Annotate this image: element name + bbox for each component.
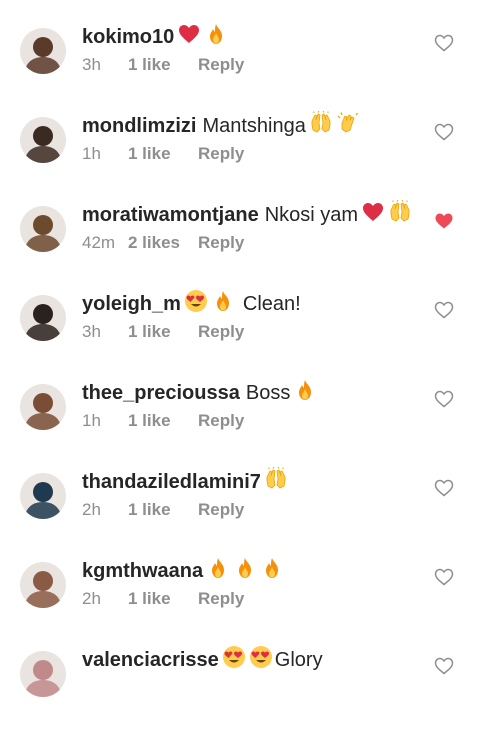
fire-emoji-icon bbox=[211, 289, 235, 320]
fire-emoji-icon bbox=[293, 378, 317, 409]
comment-text: Mantshinga bbox=[202, 115, 306, 137]
comment-row: kgmthwaana 2h 1 like Reply bbox=[0, 552, 480, 641]
reply-button[interactable]: Reply bbox=[198, 410, 244, 432]
avatar[interactable] bbox=[20, 562, 66, 608]
comment-row: thandaziledlamini7 2h 1 like Reply bbox=[0, 463, 480, 552]
comment-timestamp: 1h bbox=[82, 411, 101, 430]
comment-timestamp: 3h bbox=[82, 55, 101, 74]
liked-heart-icon[interactable] bbox=[434, 212, 454, 230]
comment-emojis bbox=[261, 466, 288, 493]
comment-text: Nkosi yam bbox=[264, 204, 359, 226]
comment-emojis bbox=[219, 646, 273, 671]
comment-row: thee_precioussa Boss 1h 1 like Reply bbox=[0, 374, 480, 463]
comment-timestamp: 3h bbox=[82, 322, 101, 341]
comment-timestamp: 42m bbox=[82, 233, 116, 252]
comment-likes-count[interactable]: 1 like bbox=[128, 143, 198, 165]
comment-likes-count[interactable]: 1 like bbox=[128, 588, 198, 610]
comment-username[interactable]: yoleigh_m bbox=[82, 293, 181, 315]
reply-button[interactable]: Reply bbox=[198, 54, 244, 76]
comment-likes-count[interactable]: 2 likes bbox=[128, 232, 198, 254]
comment-username[interactable]: thandaziledlamini7 bbox=[82, 471, 261, 493]
comment-line: kgmthwaana bbox=[82, 556, 284, 587]
fire-emoji-icon bbox=[204, 22, 228, 53]
comment-username[interactable]: moratiwamontjane bbox=[82, 204, 259, 226]
heart-eyes-emoji-icon bbox=[184, 289, 208, 320]
avatar[interactable] bbox=[20, 473, 66, 519]
comment-emojis bbox=[290, 380, 317, 404]
comment-username[interactable]: thee_precioussa bbox=[82, 382, 240, 404]
comment-meta: 3h 1 like Reply bbox=[82, 54, 244, 76]
comment-username[interactable]: kgmthwaana bbox=[82, 560, 203, 582]
comment-likes-count[interactable]: 1 like bbox=[128, 410, 198, 432]
comment-meta: 42m 2 likes Reply bbox=[82, 232, 244, 254]
comment-text: Glory bbox=[274, 649, 323, 671]
comment-username[interactable]: mondlimzizi bbox=[82, 115, 196, 137]
comment-timestamp: 2h bbox=[82, 500, 101, 519]
comment-emojis bbox=[181, 290, 235, 315]
raising-hands-emoji-icon bbox=[388, 199, 412, 231]
red-heart-emoji-icon bbox=[177, 22, 201, 53]
fire-emoji-icon bbox=[233, 556, 257, 587]
raising-hands-emoji-icon bbox=[264, 466, 288, 498]
comment-line: moratiwamontjane Nkosi yam bbox=[82, 199, 412, 231]
like-heart-icon[interactable] bbox=[434, 657, 454, 675]
comment-line: yoleigh_m Clean! bbox=[82, 289, 301, 320]
reply-button[interactable]: Reply bbox=[198, 499, 244, 521]
comment-list: kokimo10 3h 1 like Reply mondlimzizi Mantshi… bbox=[0, 0, 480, 697]
reply-button[interactable]: Reply bbox=[198, 232, 244, 254]
clapping-hands-emoji-icon bbox=[336, 111, 360, 142]
comment-likes-count[interactable]: 1 like bbox=[128, 499, 198, 521]
comment-text: Boss bbox=[245, 382, 291, 404]
raising-hands-emoji-icon bbox=[309, 110, 333, 142]
reply-button[interactable]: Reply bbox=[198, 143, 244, 165]
fire-emoji-icon bbox=[260, 556, 284, 587]
like-heart-icon[interactable] bbox=[434, 568, 454, 586]
comment-timestamp: 2h bbox=[82, 589, 101, 608]
like-heart-icon[interactable] bbox=[434, 479, 454, 497]
comment-meta: 2h 1 like Reply bbox=[82, 588, 244, 610]
comment-likes-count[interactable]: 1 like bbox=[128, 54, 198, 76]
comment-row: yoleigh_m Clean! 3h 1 like Reply bbox=[0, 285, 480, 374]
reply-button[interactable]: Reply bbox=[198, 321, 244, 343]
comment-line: thandaziledlamini7 bbox=[82, 466, 288, 498]
red-heart-emoji-icon bbox=[361, 200, 385, 231]
comment-line: valenciacrisse Glory bbox=[82, 645, 323, 676]
fire-emoji-icon bbox=[206, 556, 230, 587]
comment-meta: 1h 1 like Reply bbox=[82, 410, 244, 432]
comment-username[interactable]: valenciacrisse bbox=[82, 649, 219, 671]
heart-eyes-emoji-icon bbox=[222, 645, 246, 676]
comment-line: kokimo10 bbox=[82, 22, 228, 53]
like-heart-icon[interactable] bbox=[434, 123, 454, 141]
avatar[interactable] bbox=[20, 117, 66, 163]
comment-emojis bbox=[358, 199, 412, 226]
like-heart-icon[interactable] bbox=[434, 301, 454, 319]
comment-text: Clean! bbox=[242, 293, 301, 315]
comment-row: valenciacrisse Glory bbox=[0, 641, 480, 730]
avatar[interactable] bbox=[20, 295, 66, 341]
comment-emojis bbox=[306, 110, 360, 137]
reply-button[interactable]: Reply bbox=[198, 588, 244, 610]
comment-meta: 1h 1 like Reply bbox=[82, 143, 244, 165]
comment-line: thee_precioussa Boss bbox=[82, 378, 317, 409]
like-heart-icon[interactable] bbox=[434, 34, 454, 52]
avatar[interactable] bbox=[20, 28, 66, 74]
avatar[interactable] bbox=[20, 384, 66, 430]
avatar[interactable] bbox=[20, 651, 66, 697]
comment-emojis bbox=[174, 24, 228, 48]
comment-row: mondlimzizi Mantshinga 1h 1 like Reply bbox=[0, 107, 480, 196]
comment-row: moratiwamontjane Nkosi yam 42m 2 likes Reply bbox=[0, 196, 480, 285]
avatar[interactable] bbox=[20, 206, 66, 252]
comment-emojis bbox=[203, 558, 284, 582]
comment-likes-count[interactable]: 1 like bbox=[128, 321, 198, 343]
comment-username[interactable]: kokimo10 bbox=[82, 26, 174, 48]
heart-eyes-emoji-icon bbox=[249, 645, 273, 676]
like-heart-icon[interactable] bbox=[434, 390, 454, 408]
comment-line: mondlimzizi Mantshinga bbox=[82, 110, 360, 142]
comment-meta: 3h 1 like Reply bbox=[82, 321, 244, 343]
comment-meta: 2h 1 like Reply bbox=[82, 499, 244, 521]
comment-timestamp: 1h bbox=[82, 144, 101, 163]
comment-row: kokimo10 3h 1 like Reply bbox=[0, 18, 480, 107]
